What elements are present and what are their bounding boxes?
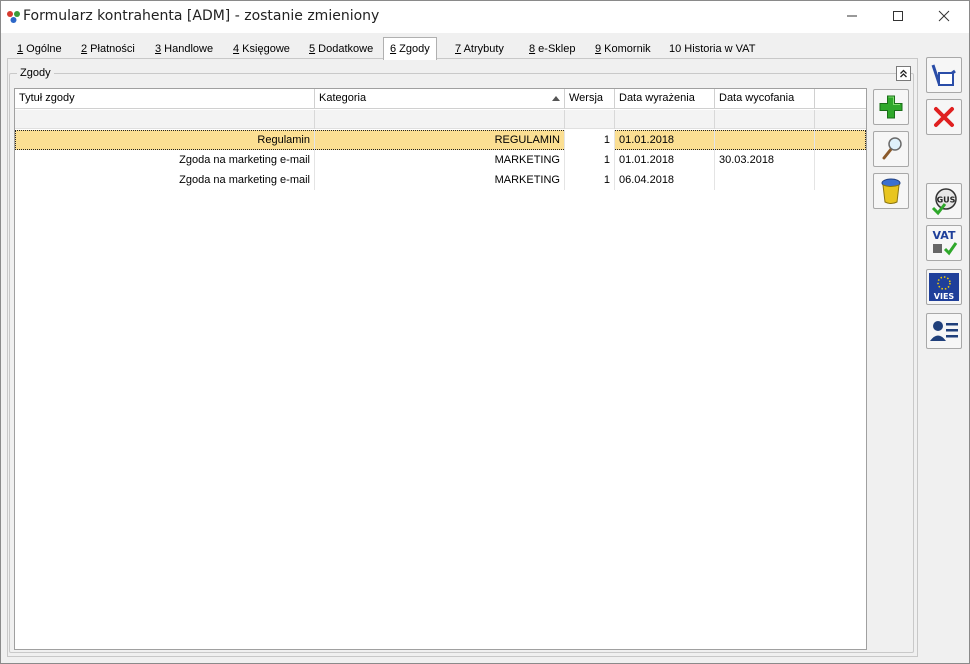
cell-wersja: 1 xyxy=(565,170,615,190)
tab-historia-w-vat[interactable]: 10 Historia w VAT xyxy=(663,39,761,59)
gus-button[interactable]: GUS xyxy=(926,183,962,219)
tab-label: Handlowe xyxy=(161,43,214,55)
column-header-data-wycofania[interactable]: Data wycofania xyxy=(715,89,815,109)
column-label: Kategoria xyxy=(319,92,367,104)
tab-label: Dodatkowe xyxy=(315,43,374,55)
tab-atrybuty[interactable]: 7 Atrybuty xyxy=(449,39,510,59)
cell-tytul: Zgoda na marketing e-mail xyxy=(15,150,315,170)
tab-ogolne[interactable]: 1 Ogólne xyxy=(11,39,68,59)
tab-e-sklep[interactable]: 8 e-Sklep xyxy=(523,39,581,59)
cell-kategoria: MARKETING xyxy=(315,150,565,170)
filter-cell-wersja[interactable] xyxy=(565,110,615,129)
plus-icon xyxy=(879,95,903,119)
grid-header: Tytuł zgody Kategoria Wersja Data wyraże… xyxy=(15,89,866,109)
maximize-button[interactable] xyxy=(875,1,921,31)
vat-icon-label: VAT xyxy=(933,229,956,242)
gus-icon: GUS xyxy=(931,188,957,216)
cell-data-wyrazenia: 01.01.2018 xyxy=(615,130,715,150)
tab-label: Księgowe xyxy=(239,43,290,55)
cell-data-wycofania xyxy=(715,170,815,190)
vies-button[interactable]: VIES xyxy=(926,269,962,305)
column-header-kategoria[interactable]: Kategoria xyxy=(315,89,565,109)
filter-cell-kategoria[interactable] xyxy=(315,110,565,129)
cell-tytul: Regulamin xyxy=(15,130,315,150)
cell-wersja: 1 xyxy=(565,130,615,150)
filter-row[interactable] xyxy=(15,110,866,129)
vat-verification-button[interactable]: VAT xyxy=(926,225,962,261)
contact-card-button[interactable] xyxy=(926,313,962,349)
cancel-button[interactable] xyxy=(926,99,962,135)
maximize-icon xyxy=(893,11,903,21)
cell-data-wycofania xyxy=(715,130,815,150)
save-check-icon xyxy=(931,64,956,86)
close-window-button[interactable] xyxy=(921,1,967,31)
cell-kategoria: REGULAMIN xyxy=(315,130,565,150)
trash-icon xyxy=(881,178,901,204)
vat-check-icon: VAT xyxy=(933,229,958,256)
column-header-tytul[interactable]: Tytuł zgody xyxy=(15,89,315,109)
tab-dodatkowe[interactable]: 5 Dodatkowe xyxy=(303,39,379,59)
edit-button[interactable] xyxy=(873,131,909,167)
app-logo-icon xyxy=(7,11,20,23)
tab-handlowe[interactable]: 3 Handlowe xyxy=(149,39,219,59)
cell-kategoria: MARKETING xyxy=(315,170,565,190)
tab-label: Historia w VAT xyxy=(681,43,756,55)
window: Formularz kontrahenta [ADM] - zostanie z… xyxy=(0,0,970,664)
tab-bar: 1 Ogólne 2 Płatności 3 Handlowe 4 Księgo… xyxy=(7,37,957,60)
window-title: Formularz kontrahenta [ADM] - zostanie z… xyxy=(23,8,380,24)
vies-icon-label: VIES xyxy=(934,292,955,301)
tab-label: Komornik xyxy=(601,43,651,55)
table-row[interactable]: Regulamin REGULAMIN 1 01.01.2018 xyxy=(15,130,866,150)
contact-card-icon xyxy=(930,321,958,341)
tab-hotkey: 10 xyxy=(669,43,682,55)
table-row[interactable]: Zgoda na marketing e-mail MARKETING 1 06… xyxy=(15,170,866,190)
delete-button[interactable] xyxy=(873,173,909,209)
column-header-wersja[interactable]: Wersja xyxy=(565,89,615,109)
collapse-button[interactable] xyxy=(896,66,911,81)
magnifier-icon xyxy=(882,137,902,160)
table-row[interactable]: Zgoda na marketing e-mail MARKETING 1 01… xyxy=(15,150,866,170)
cell-data-wyrazenia: 06.04.2018 xyxy=(615,170,715,190)
minimize-icon xyxy=(847,15,857,17)
filter-cell-data-wycofania[interactable] xyxy=(715,110,815,129)
close-x-icon xyxy=(934,107,954,127)
column-header-data-wyrazenia[interactable]: Data wyrażenia xyxy=(615,89,715,109)
add-button[interactable] xyxy=(873,89,909,125)
group-title: Zgody xyxy=(17,67,54,79)
consents-grid[interactable]: Tytuł zgody Kategoria Wersja Data wyraże… xyxy=(14,88,867,650)
chevron-double-up-icon xyxy=(900,69,907,78)
tab-zgody[interactable]: 6 Zgody xyxy=(383,37,437,60)
title-bar: Formularz kontrahenta [ADM] - zostanie z… xyxy=(1,1,969,33)
close-icon xyxy=(938,10,950,22)
gus-icon-label: GUS xyxy=(937,196,956,205)
cell-data-wycofania: 30.03.2018 xyxy=(715,150,815,170)
tab-label: e-Sklep xyxy=(535,43,576,55)
save-button[interactable] xyxy=(926,57,962,93)
filter-cell-data-wyrazenia[interactable] xyxy=(615,110,715,129)
tab-label: Płatności xyxy=(87,43,135,55)
minimize-button[interactable] xyxy=(829,1,875,31)
vies-icon: VIES xyxy=(929,273,959,301)
cell-data-wyrazenia: 01.01.2018 xyxy=(615,150,715,170)
tab-label: Ogólne xyxy=(23,43,62,55)
tab-komornik[interactable]: 9 Komornik xyxy=(589,39,657,59)
tab-label: Zgody xyxy=(396,43,430,55)
tab-ksiegowe[interactable]: 4 Księgowe xyxy=(227,39,296,59)
filter-cell-tytul[interactable] xyxy=(15,110,315,129)
tab-platnosci[interactable]: 2 Płatności xyxy=(75,39,141,59)
cell-wersja: 1 xyxy=(565,150,615,170)
tab-label: Atrybuty xyxy=(461,43,504,55)
cell-tytul: Zgoda na marketing e-mail xyxy=(15,170,315,190)
sort-asc-icon xyxy=(552,96,560,101)
